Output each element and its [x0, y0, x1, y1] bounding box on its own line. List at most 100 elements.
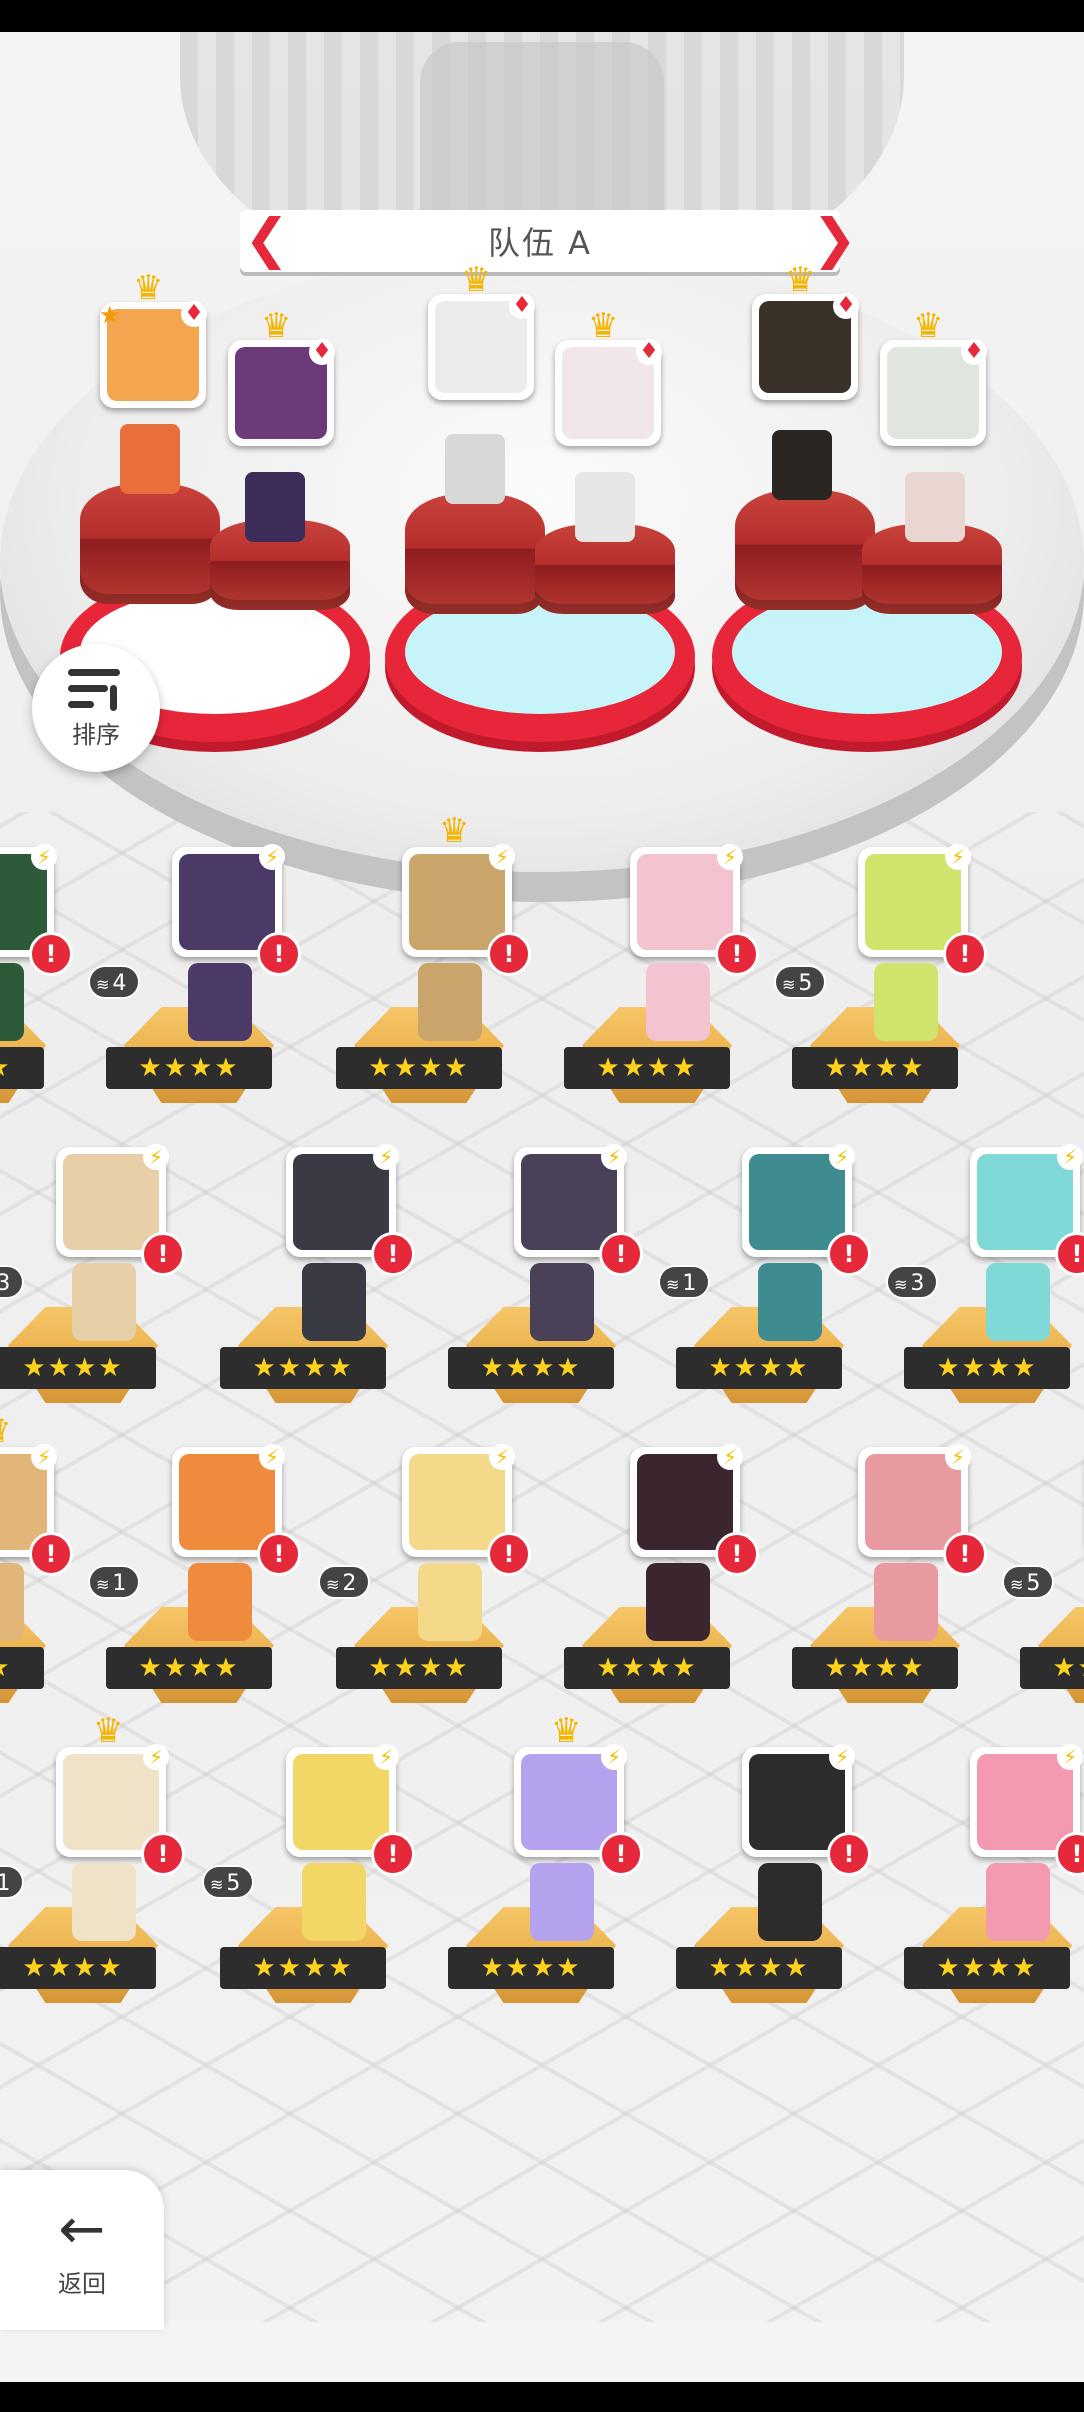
star-rating-text: ★★★★: [480, 1353, 582, 1383]
character-face: [977, 1754, 1073, 1850]
alert-icon: !: [943, 1532, 987, 1576]
lightning-icon: ⚡: [143, 1744, 169, 1770]
lightning-icon: ⚡: [601, 1144, 627, 1170]
hero-portrait[interactable]: ⚡!: [286, 1744, 415, 1876]
hero-sprite: [0, 963, 24, 1041]
lightning-icon: ⚡: [489, 1444, 515, 1470]
lightning-icon: ⚡: [259, 1444, 285, 1470]
hero-sprite: [986, 1863, 1050, 1941]
alert-icon: !: [827, 1232, 871, 1276]
hero-portrait[interactable]: ⚡!: [286, 1144, 415, 1276]
hero-card[interactable]: ⚡! ★★★★: [564, 844, 759, 1107]
alert-icon: !: [141, 1232, 185, 1276]
hero-portrait[interactable]: ⚡!: [402, 1444, 531, 1576]
team-member-sprite[interactable]: [445, 434, 505, 504]
hero-portrait[interactable]: ⚡!: [858, 844, 987, 976]
hero-sprite: [530, 1863, 594, 1941]
hero-portrait[interactable]: ⚡! ♛: [514, 1714, 643, 1876]
hero-card[interactable]: ⚡! ★★★★: [904, 1744, 1084, 2007]
sort-icon: [68, 667, 124, 711]
alert-icon: !: [487, 932, 531, 976]
team-member-portrait[interactable]: ♛ ♦: [428, 263, 535, 400]
hero-card[interactable]: ⚡! ★★★★: [220, 1144, 415, 1407]
hero-level-badge: ≋ 5: [1002, 1565, 1054, 1599]
hero-sprite: [986, 1263, 1050, 1341]
prev-team-arrow-icon[interactable]: ❮: [244, 210, 289, 272]
hero-card[interactable]: ⚡!★★★★≋5: [774, 844, 987, 1107]
hero-sprite: [302, 1863, 366, 1941]
hero-card[interactable]: ⚡! ★★★★ ≋ 1: [658, 1144, 871, 1407]
team-member-sprite[interactable]: [905, 472, 965, 542]
team-member-sprite[interactable]: [575, 472, 635, 542]
stack-icon: ≋: [666, 1275, 680, 1294]
hero-portrait[interactable]: ⚡! ♛: [56, 1714, 185, 1876]
hero-card[interactable]: ⚡!★★★★≋5: [202, 1744, 415, 2007]
hero-portrait[interactable]: ⚡! ♛: [402, 814, 531, 976]
hero-portrait[interactable]: ⚡!: [742, 1144, 871, 1276]
hero-portrait[interactable]: ⚡!: [970, 1744, 1084, 1876]
hero-portrait[interactable]: ⚡!: [858, 1444, 987, 1576]
character-face: [179, 1454, 275, 1550]
stack-icon: ≋: [326, 1575, 340, 1594]
hero-card[interactable]: ⚡! ★★★★: [448, 1144, 643, 1407]
hero-portrait[interactable]: ⚡!: [630, 844, 759, 976]
hero-portrait[interactable]: ⚡!: [742, 1744, 871, 1876]
hero-card[interactable]: ⚡! ★★★★ ≋ 1: [88, 1444, 301, 1707]
hero-card[interactable]: ⚡! ♛ ★★★★: [336, 814, 531, 1107]
hero-level-badge: ≋1: [658, 1265, 710, 1299]
hero-portrait[interactable]: ⚡! ♛: [0, 1414, 73, 1576]
team-member-portrait[interactable]: ♛ ♦: [752, 263, 859, 400]
lightning-icon: ⚡: [1057, 1744, 1083, 1770]
hero-level-badge: ≋3: [886, 1265, 938, 1299]
hero-portrait[interactable]: ⚡!: [172, 844, 301, 976]
hero-card[interactable]: ⚡! ★★★★: [676, 1744, 871, 2007]
team-member-sprite[interactable]: [245, 472, 305, 542]
crown-icon: ♛: [0, 1414, 11, 1448]
alert-icon: !: [29, 1532, 73, 1576]
back-button[interactable]: ← 返回: [0, 2170, 164, 2330]
team-member-portrait[interactable]: ♛ ♦ ★: [99, 271, 207, 408]
hero-card[interactable]: ⚡! ★★★★: [564, 1444, 759, 1707]
hero-portrait[interactable]: ⚡!: [970, 1144, 1084, 1276]
character-face: [521, 1154, 617, 1250]
hero-card[interactable]: ⚡! ★★★★ ≋ 2: [318, 1444, 531, 1707]
character-face: [865, 1454, 961, 1550]
hero-portrait[interactable]: ⚡!: [0, 844, 73, 976]
hero-card[interactable]: ⚡! ♛ ★★★★: [448, 1714, 643, 2007]
hero-card[interactable]: ⚡! ★★★★: [0, 844, 73, 1107]
hero-card[interactable]: ⚡! ★★★★ ≋3: [0, 1144, 185, 1407]
team-member-portrait[interactable]: ♛ ♦: [555, 309, 662, 446]
alert-icon: !: [257, 932, 301, 976]
hero-card[interactable]: ⚡!★★★★≋5: [1002, 1447, 1084, 1707]
diamond-suit-icon: ♦: [309, 339, 335, 365]
star-rating-text: ★★★★: [252, 1953, 354, 1983]
hero-sprite: [758, 1863, 822, 1941]
alert-icon: !: [715, 1532, 759, 1576]
hero-portrait[interactable]: ⚡!: [630, 1444, 759, 1576]
stack-icon: ≋: [96, 975, 110, 994]
diamond-suit-icon: ♦: [636, 339, 662, 365]
hero-card[interactable]: ⚡! ★★★★ ≋3: [886, 1144, 1084, 1407]
hero-card[interactable]: ⚡! ♛ ★★★★ ≋1: [0, 1714, 185, 2007]
team-member-sprite[interactable]: [120, 424, 180, 494]
hero-portrait[interactable]: ⚡!: [56, 1144, 185, 1276]
star-rating-text: ★★★★: [824, 1653, 926, 1683]
character-face: [865, 854, 961, 950]
next-team-arrow-icon[interactable]: ❯: [812, 210, 857, 272]
team-member-portrait[interactable]: ♛ ♦: [880, 309, 987, 446]
sort-button[interactable]: 排序: [32, 644, 160, 772]
star-rating-text: ★★★★: [936, 1953, 1038, 1983]
hero-card[interactable]: ⚡! ♛ ★★★★: [0, 1414, 73, 1707]
team-member-sprite[interactable]: [772, 430, 832, 500]
hero-card[interactable]: ⚡! ★★★★ ≋ 4: [88, 844, 301, 1107]
character-face: [749, 1154, 845, 1250]
team-member-portrait[interactable]: ♛ ♦: [228, 309, 335, 446]
hero-level-value: 5: [798, 971, 813, 996]
alert-icon: !: [487, 1532, 531, 1576]
hero-portrait[interactable]: ⚡!: [172, 1444, 301, 1576]
star-rating-text: ★★★★: [708, 1953, 810, 1983]
crown-icon: ♛: [261, 306, 292, 346]
hero-card[interactable]: ⚡! ★★★★: [792, 1444, 987, 1707]
hero-portrait[interactable]: ⚡!: [514, 1144, 643, 1276]
star-rating-text: ★★★★: [22, 1353, 124, 1383]
